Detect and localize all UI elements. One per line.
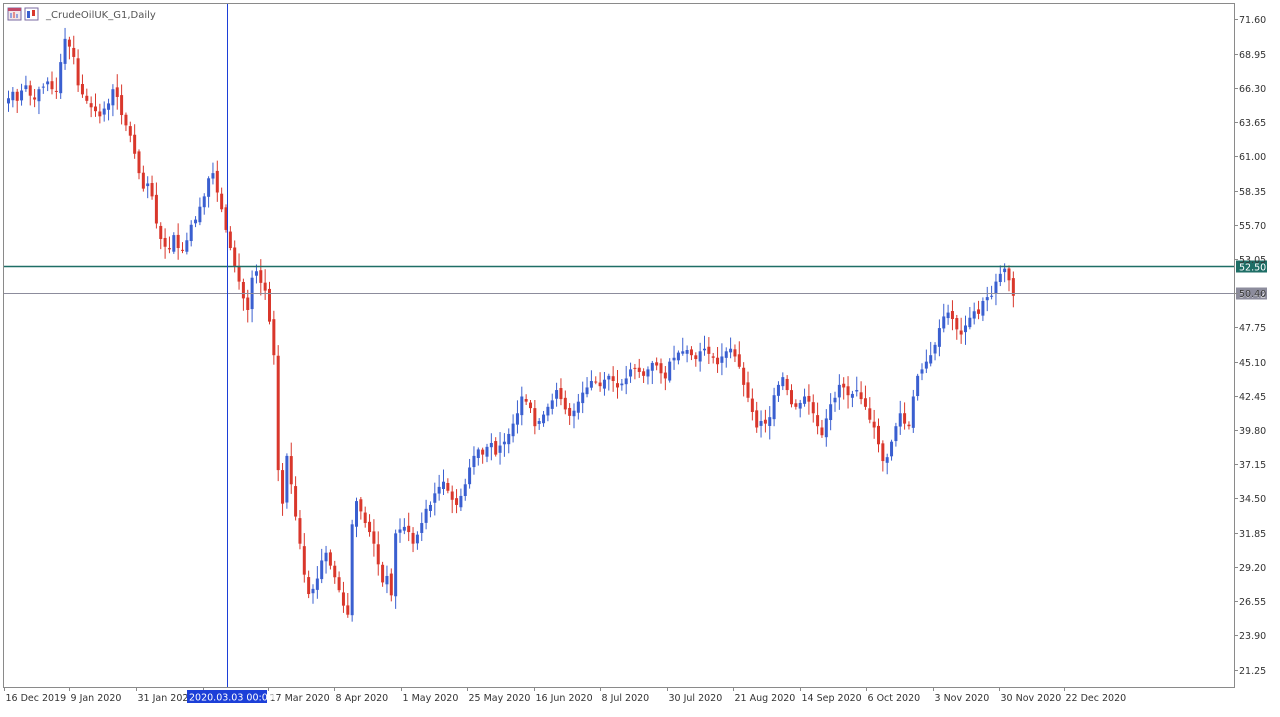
chart-background [0, 0, 1280, 713]
x-tick-label: 16 Dec 2019 [6, 693, 67, 704]
chart-title: _CrudeOilUK_G1,Daily [45, 10, 156, 21]
chart-type-icon[interactable] [24, 7, 39, 21]
x-tick-label: 1 May 2020 [403, 693, 459, 704]
x-tick-label: 30 Jul 2020 [669, 693, 723, 704]
y-tick-label: 21.25 [1239, 666, 1266, 677]
y-tick-label: 53.05 [1239, 255, 1266, 266]
x-tick-label: 14 Sep 2020 [802, 693, 862, 704]
y-tick-label: 50.40 [1239, 289, 1266, 300]
y-tick-label: 45.10 [1239, 358, 1266, 369]
chart-window-icon[interactable] [7, 7, 22, 21]
candle [350, 519, 354, 622]
candle [668, 358, 672, 383]
x-tick-label: 25 May 2020 [469, 693, 531, 704]
y-tick-label: 66.30 [1239, 84, 1266, 95]
y-tick-label: 29.20 [1239, 563, 1266, 574]
x-tick-label: 8 Jul 2020 [602, 693, 650, 704]
x-tick-label: 30 Nov 2020 [1001, 693, 1062, 704]
chart-window[interactable]: _CrudeOilUK_G1,Daily 52.50 50.42 71.60 68.9… [0, 0, 1280, 713]
y-tick-label: 47.75 [1239, 323, 1266, 334]
svg-text:2020.03.03 00:00: 2020.03.03 00:00 [189, 693, 274, 704]
x-tick-label: 22 Dec 2020 [1066, 693, 1127, 704]
y-tick-label: 63.65 [1239, 118, 1266, 129]
y-tick-label: 55.70 [1239, 221, 1266, 232]
crosshair-time-label: 2020.03.03 00:00 [187, 690, 274, 704]
x-tick-label: 8 Apr 2020 [336, 693, 389, 704]
y-tick-label: 58.35 [1239, 187, 1266, 198]
x-tick-label: 31 Jan 2020 [138, 693, 195, 704]
x-tick-label: 6 Oct 2020 [868, 693, 921, 704]
x-tick-label: 16 Jun 2020 [536, 693, 593, 704]
x-tick-label: 9 Jan 2020 [71, 693, 122, 704]
candle [276, 345, 280, 482]
candle [285, 453, 289, 509]
y-tick-label: 26.55 [1239, 597, 1266, 608]
y-tick-label: 34.50 [1239, 494, 1266, 505]
y-tick-label: 37.15 [1239, 460, 1266, 471]
x-tick-label: 17 Mar 2020 [270, 693, 330, 704]
y-tick-label: 39.80 [1239, 426, 1266, 437]
y-tick-label: 68.95 [1239, 50, 1266, 61]
x-tick-label: 3 Nov 2020 [935, 693, 990, 704]
y-tick-label: 71.60 [1239, 15, 1266, 26]
x-tick-label: 21 Aug 2020 [735, 693, 796, 704]
candle [172, 232, 176, 254]
y-tick-label: 61.00 [1239, 152, 1266, 163]
candlestick-chart[interactable]: _CrudeOilUK_G1,Daily 52.5050.4271.6068.9… [0, 0, 1280, 713]
y-tick-label: 23.90 [1239, 631, 1266, 642]
y-tick-label: 31.85 [1239, 529, 1266, 540]
y-tick-label: 42.45 [1239, 392, 1266, 403]
